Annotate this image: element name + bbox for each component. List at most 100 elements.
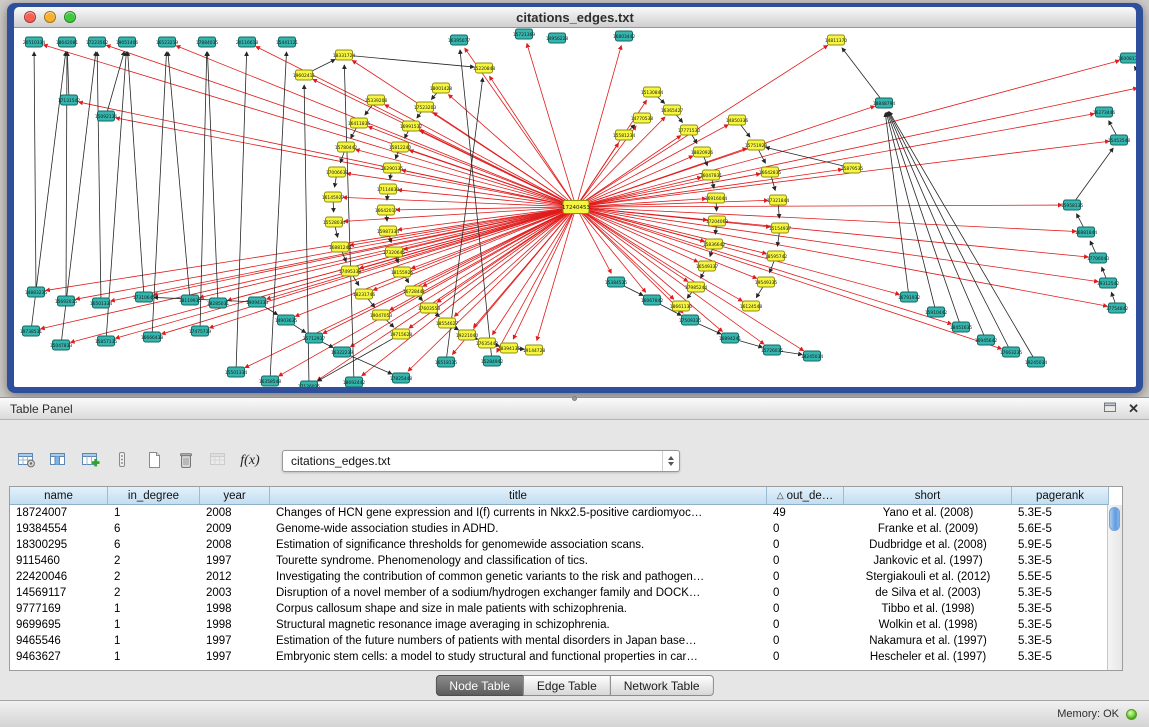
graph-node[interactable]: 19094333 <box>246 297 269 307</box>
graph-node[interactable]: 17523203 <box>414 102 437 112</box>
graph-node[interactable]: 17603558 <box>418 303 441 313</box>
graph-node[interactable]: 19312542 <box>1097 278 1120 288</box>
table-row[interactable]: 1872400712008Changes of HCN gene express… <box>10 505 1122 521</box>
close-window-icon[interactable] <box>24 11 36 23</box>
tab-network-table[interactable]: Network Table <box>610 675 714 696</box>
graph-node[interactable]: 19715628 <box>390 329 413 339</box>
show-columns-button[interactable] <box>44 448 72 474</box>
graph-node[interactable]: 16067842 <box>641 295 664 305</box>
graph-node[interactable]: 15528034 <box>323 217 346 227</box>
minimize-window-icon[interactable] <box>44 11 56 23</box>
graph-node[interactable]: 18394135 <box>498 343 521 353</box>
graph-node[interactable]: 17321844 <box>767 195 790 205</box>
graph-node[interactable]: 15958135 <box>1061 200 1084 210</box>
graph-node[interactable]: 18001428 <box>430 83 453 93</box>
window-titlebar[interactable]: citations_edges.txt <box>14 7 1136 28</box>
column-header-out_de[interactable]: △out_de… <box>767 487 844 505</box>
graph-node[interactable]: 20510334 <box>23 37 46 47</box>
graph-node[interactable]: 19738531 <box>20 326 43 336</box>
graph-node[interactable]: 15092136 <box>95 111 118 121</box>
tab-edge-table[interactable]: Edge Table <box>523 675 611 696</box>
column-header-title[interactable]: title <box>270 487 767 505</box>
graph-node[interactable]: 17006639 <box>326 167 349 177</box>
graph-node[interactable]: 18554627 <box>436 318 459 328</box>
float-panel-icon[interactable] <box>1103 400 1117 418</box>
graph-node[interactable]: 16273446 <box>1093 107 1116 117</box>
graph-node[interactable]: 15879535 <box>841 163 864 173</box>
graph-node[interactable]: 16395077 <box>448 35 471 45</box>
graph-node[interactable]: 16501334 <box>90 298 113 308</box>
tab-node-table[interactable]: Node Table <box>435 675 524 696</box>
graph-node[interactable]: 18595742 <box>765 251 788 261</box>
graph-node[interactable]: 18820926 <box>691 147 714 157</box>
graph-node[interactable]: 15857135 <box>95 336 118 346</box>
vertical-scrollbar[interactable] <box>1107 505 1122 670</box>
graph-node[interactable]: 19602411 <box>293 70 316 80</box>
graph-node[interactable]: 15339208 <box>365 95 388 105</box>
graph-node[interactable]: 14850336 <box>726 115 749 125</box>
graph-node[interactable]: 18331724 <box>333 50 356 60</box>
graph-node[interactable]: 17706043 <box>1087 253 1110 263</box>
graph-node[interactable]: 16008139 <box>1118 53 1136 63</box>
graph-node[interactable]: 15441121 <box>276 37 299 47</box>
graph-node[interactable]: 17310645 <box>133 292 156 302</box>
graph-hub-node[interactable]: 17240453 <box>562 201 590 214</box>
column-header-short[interactable]: short <box>844 487 1012 505</box>
graph-node[interactable]: 16642017 <box>375 205 398 215</box>
graph-node[interactable]: 15721369 <box>513 29 536 39</box>
graph-node[interactable]: 17825448 <box>390 373 413 383</box>
graph-node[interactable]: 17495338 <box>339 266 362 276</box>
graph-node[interactable]: 16047831 <box>700 170 723 180</box>
graph-node[interactable]: 16991532 <box>400 121 423 131</box>
panel-resize-handle[interactable] <box>562 395 588 401</box>
graph-node[interactable]: 17320645 <box>383 247 406 257</box>
graph-node[interactable]: 16549337 <box>696 261 719 271</box>
column-header-in_degree[interactable]: in_degree <box>108 487 200 505</box>
graph-node[interactable]: 16518135 <box>435 357 458 367</box>
graph-node[interactable]: 15130844 <box>641 87 664 97</box>
graph-node[interactable]: 14811370 <box>825 35 848 45</box>
graph-node[interactable]: 16124548 <box>740 301 763 311</box>
import-table-button[interactable] <box>204 448 232 474</box>
graph-node[interactable]: 19047053 <box>370 310 393 320</box>
graph-node[interactable]: 15384535 <box>605 277 628 287</box>
graph-node[interactable]: 15047833 <box>50 340 73 350</box>
graph-node[interactable]: 17985244 <box>685 282 708 292</box>
graph-node[interactable]: 15836642 <box>703 239 726 249</box>
graph-node[interactable]: 15987334 <box>377 226 400 236</box>
new-table-button[interactable] <box>140 448 168 474</box>
column-header-name[interactable]: name <box>10 487 108 505</box>
graph-node[interactable]: 16881844 <box>1075 227 1098 237</box>
graph-node[interactable]: 16145927 <box>322 192 345 202</box>
graph-node[interactable]: 20116618 <box>236 37 259 47</box>
graph-node[interactable]: 17663235 <box>1000 347 1023 357</box>
graph-node[interactable]: 16322239 <box>331 347 354 357</box>
graph-node[interactable]: 14903635 <box>275 315 298 325</box>
graph-node[interactable]: 17475739 <box>189 326 212 336</box>
graph-node[interactable]: 14883235 <box>25 287 48 297</box>
graph-node[interactable]: 15712937 <box>303 333 326 343</box>
graph-node[interactable]: 17131542 <box>58 95 81 105</box>
table-selector-dropdown[interactable]: citations_edges.txt <box>282 450 680 472</box>
graph-node[interactable]: 18451635 <box>950 322 973 332</box>
graph-node[interactable]: 16881240 <box>329 242 352 252</box>
table-row[interactable]: 2242004622012Investigating the contribut… <box>10 569 1122 585</box>
column-header-pagerank[interactable]: pagerank <box>1012 487 1109 505</box>
table-row[interactable]: 911546021997Tourette syndrome. Phenomeno… <box>10 553 1122 569</box>
table-row[interactable]: 1456911722003Disruption of a novel membe… <box>10 585 1122 601</box>
graph-node[interactable]: 15726035 <box>761 345 784 355</box>
column-header-year[interactable]: year <box>200 487 270 505</box>
graph-node[interactable]: 18285031 <box>207 298 230 308</box>
graph-node[interactable]: 19245034 <box>1025 357 1048 367</box>
graph-node[interactable]: 16666438 <box>141 332 164 342</box>
graph-node[interactable]: 16642835 <box>759 167 782 177</box>
graph-node[interactable]: 16411835 <box>348 118 371 128</box>
graph-node[interactable]: 16894241 <box>719 333 742 343</box>
function-builder-button[interactable]: f(x) <box>236 448 264 474</box>
scrollbar-thumb[interactable] <box>1109 507 1120 531</box>
graph-node[interactable]: 15581234 <box>613 130 636 140</box>
table-row[interactable]: 969969511998Structural magnetic resonanc… <box>10 617 1122 633</box>
graph-node[interactable]: 19051406 <box>116 37 139 47</box>
table-row[interactable]: 1938455462009Genome-wide association stu… <box>10 521 1122 537</box>
graph-node[interactable]: 16523219 <box>156 37 179 47</box>
